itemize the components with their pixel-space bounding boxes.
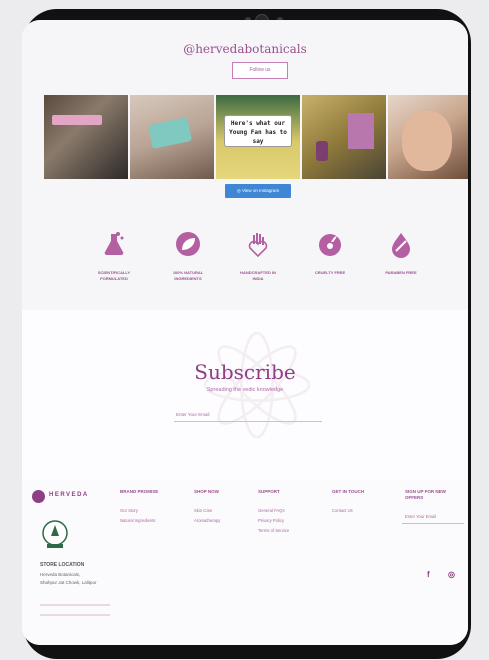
footer-link-our-story[interactable]: Our Story bbox=[120, 508, 138, 513]
instagram-photo-3[interactable]: Here's what our Young Fan has to say bbox=[216, 95, 300, 179]
follow-us-button[interactable]: Follow us bbox=[232, 62, 288, 79]
feature-cruelty-free: CRUELTY FREE bbox=[295, 230, 365, 276]
cruelty-free-icon bbox=[319, 234, 341, 256]
leaf-icon bbox=[176, 232, 200, 256]
instagram-feed: Here's what our Young Fan has to say bbox=[44, 95, 468, 179]
footer-heading-signup: SIGN UP FOR NEW OFFERS bbox=[405, 489, 446, 500]
lotus-watermark-icon bbox=[203, 331, 311, 439]
feature-handcrafted: HANDCRAFTED IN INDIA bbox=[223, 230, 293, 282]
facebook-icon[interactable]: f bbox=[427, 570, 430, 579]
store-location-heading: STORE LOCATION bbox=[40, 562, 85, 568]
footer-link-privacy-policy[interactable]: Privacy Policy bbox=[258, 518, 284, 523]
footer-heading-brand-promise: BRAND PROMISE bbox=[120, 489, 159, 494]
subscribe-email-input[interactable]: Enter Your Email bbox=[174, 410, 322, 422]
instagram-section: @hervedabotanicals Follow us Here's what… bbox=[22, 20, 468, 310]
footer-heading-support: SUPPORT bbox=[258, 489, 280, 494]
hand-heart-icon bbox=[248, 233, 268, 258]
brand-logo[interactable]: HERVEDA bbox=[32, 488, 102, 506]
certification-badge-icon bbox=[42, 520, 68, 548]
lotus-logo-icon bbox=[32, 490, 45, 503]
footer-link-general-faqs[interactable]: General FAQs bbox=[258, 508, 285, 513]
instagram-icon[interactable]: ◎ bbox=[448, 570, 455, 579]
footer-link-aromatherapy[interactable]: Aromatherapy bbox=[194, 518, 220, 523]
footer-link-natural-ingredients[interactable]: Natural Ingredients bbox=[120, 518, 155, 523]
copyright-line bbox=[40, 604, 110, 606]
feature-paraben-free: PARABEN FREE bbox=[366, 230, 436, 276]
store-address-line-1: Herveda Botanicals, bbox=[40, 572, 81, 577]
drop-icon bbox=[392, 233, 410, 258]
footer-heading-shop-now: SHOP NOW bbox=[194, 489, 219, 494]
flask-icon bbox=[104, 232, 124, 256]
instagram-photo-2[interactable] bbox=[130, 95, 214, 179]
photo-sign: Here's what our Young Fan has to say bbox=[224, 115, 292, 147]
view-on-instagram-button[interactable]: ◎ View on Instagram bbox=[225, 184, 291, 198]
subscribe-tagline: Spreading the vedic knowledge bbox=[206, 387, 284, 393]
instagram-handle: @hervedabotanicals bbox=[183, 42, 307, 56]
footer-signup-email-input[interactable]: Enter Your Email bbox=[402, 512, 464, 524]
footer-link-terms-of-service[interactable]: Terms of Service bbox=[258, 528, 289, 533]
instagram-photo-1[interactable] bbox=[44, 95, 128, 179]
feature-scientific: SCIENTIFICALLY FORMULATED bbox=[79, 230, 149, 282]
feature-natural: 100% NATURAL INGREDIENTS bbox=[153, 230, 223, 282]
footer-heading-get-in-touch: GET IN TOUCH bbox=[332, 489, 365, 494]
instagram-photo-5[interactable] bbox=[388, 95, 468, 179]
credit-line bbox=[40, 614, 110, 616]
footer-link-skin-care[interactable]: Skin Care bbox=[194, 508, 212, 513]
footer-link-contact-us[interactable]: Contact Us bbox=[332, 508, 353, 513]
store-address-line-2: Shahpur Jat Chowk, Lalitpur bbox=[40, 580, 97, 585]
feature-row: SCIENTIFICALLY FORMULATED 100% NATURAL ING… bbox=[22, 230, 468, 290]
screen: @hervedabotanicals Follow us Here's what… bbox=[22, 20, 468, 645]
instagram-photo-4[interactable] bbox=[302, 95, 386, 179]
subscribe-title: Subscribe bbox=[194, 360, 296, 384]
